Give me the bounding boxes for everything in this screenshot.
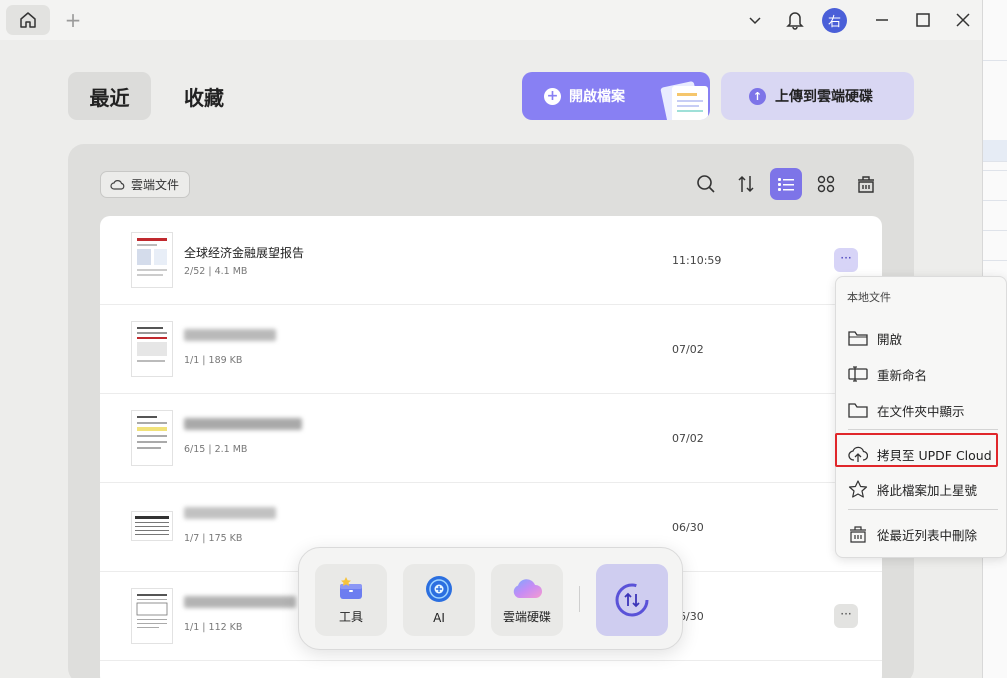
file-meta: 2/52 | 4.1 MB (184, 266, 248, 277)
file-date: 06/30 (672, 521, 704, 534)
menu-item-star-label: 將此檔案加上星號 (877, 482, 978, 498)
file-thumbnail (131, 321, 173, 377)
cloud-icon (110, 180, 125, 190)
file-row[interactable]: 1/1 | 189 KB 07/02 (100, 305, 882, 394)
cloud-docs-chip[interactable]: 雲端文件 (100, 171, 190, 198)
cloud-docs-label: 雲端文件 (131, 178, 180, 192)
redacted-file-name (184, 329, 276, 341)
menu-separator (848, 429, 998, 430)
file-meta: 1/1 | 112 KB (184, 622, 243, 633)
star-icon (848, 480, 868, 498)
trash-icon (858, 176, 874, 193)
list-view-icon (778, 178, 794, 191)
menu-item-remove-from-recent[interactable]: 從最近列表中刪除 (848, 521, 977, 547)
clear-button[interactable] (850, 168, 882, 200)
maximize-icon[interactable] (913, 8, 933, 32)
chevron-down-icon[interactable] (746, 8, 764, 32)
upload-arrow-icon: ↑ (749, 87, 766, 105)
menu-item-open-label: 開啟 (877, 331, 903, 347)
file-meta: 1/7 | 175 KB (184, 533, 243, 544)
convert-icon (615, 583, 649, 617)
sort-icon (738, 175, 754, 193)
bottom-dock: 工具 AI 雲端硬碟 (298, 547, 683, 650)
open-file-button[interactable]: + 開啟檔案 (522, 72, 710, 120)
search-button[interactable] (690, 168, 722, 200)
file-meta: 1/1 | 189 KB (184, 355, 243, 366)
menu-item-star[interactable]: 將此檔案加上星號 (848, 476, 977, 502)
file-name: 全球经济金融展望报告 (184, 246, 305, 260)
dock-separator (579, 586, 580, 612)
trash-icon (850, 526, 866, 543)
context-menu-title: 本地文件 (847, 291, 891, 304)
rename-icon (848, 366, 868, 382)
dock-tools-label: 工具 (338, 609, 363, 624)
tab-recent[interactable]: 最近 (68, 72, 151, 120)
menu-item-remove-from-recent-label: 從最近列表中刪除 (877, 527, 978, 543)
close-icon[interactable] (953, 8, 973, 32)
file-meta: 6/15 | 2.1 MB (184, 444, 248, 455)
grid-view-icon (817, 175, 835, 193)
plus-circle-icon: + (544, 87, 561, 105)
file-context-menu: 本地文件 開啟 重新命名 在文件夾中顯示 拷貝至 UPDF Cloud 將此檔案… (835, 276, 1007, 558)
folder-open-icon (848, 331, 868, 346)
home-tab[interactable] (6, 5, 50, 35)
title-bar: + 右 (0, 0, 982, 40)
upload-to-cloud-button[interactable]: ↑ 上傳到雲端硬碟 (721, 72, 914, 120)
file-date: 07/02 (672, 432, 704, 445)
file-date: 07/02 (672, 343, 704, 356)
tab-favorites[interactable]: 收藏 (164, 72, 244, 120)
documents-illustration-icon (660, 81, 708, 120)
dock-ai-button[interactable]: AI (403, 564, 475, 636)
redacted-file-name (184, 596, 296, 608)
more-options-button[interactable]: ··· (834, 248, 858, 272)
toolbox-icon (340, 576, 362, 599)
folder-icon (848, 403, 868, 418)
search-icon (697, 175, 715, 193)
home-icon (20, 12, 36, 28)
dock-cloud-drive-button[interactable]: 雲端硬碟 (491, 564, 563, 636)
bell-icon[interactable] (785, 8, 805, 32)
menu-item-open[interactable]: 開啟 (848, 325, 902, 351)
open-file-label: 開啟檔案 (569, 89, 625, 105)
cloud-drive-icon (513, 578, 543, 598)
menu-item-show-in-folder-label: 在文件夾中顯示 (877, 403, 965, 419)
ai-assistant-icon (426, 576, 452, 602)
minimize-icon[interactable] (872, 8, 892, 32)
file-date: 11:10:59 (672, 254, 722, 267)
grid-view-button[interactable] (810, 168, 842, 200)
list-view-button[interactable] (770, 168, 802, 200)
avatar[interactable]: 右 (822, 8, 847, 33)
dock-convert-button[interactable] (596, 564, 668, 636)
redacted-file-name (184, 507, 276, 519)
redacted-file-name (184, 418, 302, 430)
dock-cloud-drive-label: 雲端硬碟 (502, 609, 551, 624)
file-thumbnail (131, 410, 173, 466)
menu-item-rename-label: 重新命名 (877, 367, 928, 383)
dock-ai-label: AI (433, 611, 445, 625)
menu-item-show-in-folder[interactable]: 在文件夾中顯示 (848, 397, 965, 423)
new-tab-button[interactable]: + (64, 9, 82, 31)
highlight-box (835, 433, 998, 467)
menu-item-rename[interactable]: 重新命名 (848, 361, 927, 387)
menu-separator (848, 509, 998, 510)
upload-to-cloud-label: 上傳到雲端硬碟 (775, 89, 873, 105)
file-row[interactable]: 6/15 | 2.1 MB 07/02 (100, 394, 882, 483)
dock-tools-button[interactable]: 工具 (315, 564, 387, 636)
file-row[interactable]: 全球经济金融展望报告 2/52 | 4.1 MB 11:10:59 ··· (100, 216, 882, 305)
sort-button[interactable] (730, 168, 762, 200)
file-thumbnail (131, 232, 173, 288)
more-options-button[interactable]: ··· (834, 604, 858, 628)
file-thumbnail (131, 511, 173, 541)
file-thumbnail (131, 588, 173, 644)
